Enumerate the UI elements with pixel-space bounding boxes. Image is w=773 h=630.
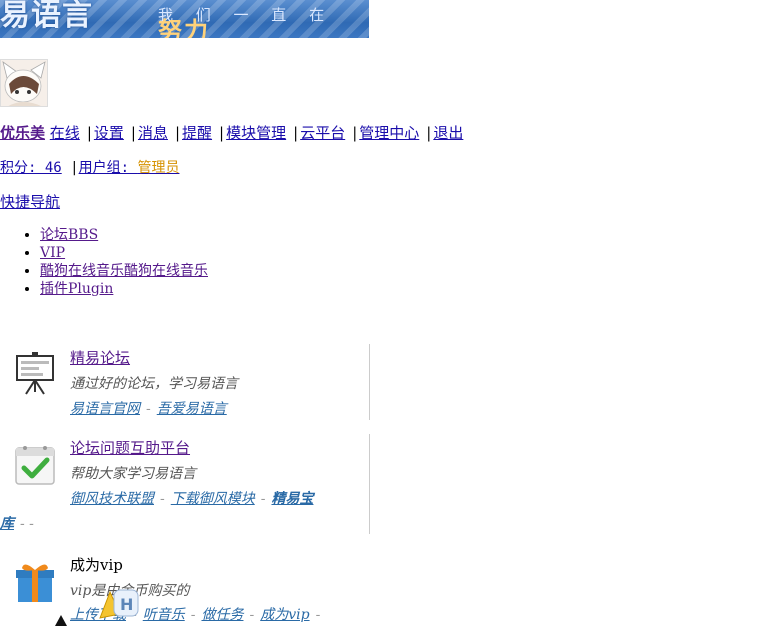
- site-banner[interactable]: 易语言 我 们 一 直 在 努力: [0, 0, 369, 38]
- separator: |: [174, 124, 181, 142]
- username-link[interactable]: 优乐美: [0, 124, 45, 142]
- feature-title-link[interactable]: 精易论坛: [70, 347, 130, 368]
- separator: -: [146, 401, 151, 417]
- separator: |: [70, 160, 79, 176]
- become-vip-link[interactable]: 成为vip: [260, 607, 309, 623]
- quick-nav-music-link[interactable]: 酷狗在线音乐酷狗在线音乐: [40, 263, 208, 279]
- settings-link[interactable]: 设置: [94, 124, 124, 142]
- yiyuyan-official-link[interactable]: 易语言官网: [70, 401, 140, 417]
- feature-title: 成为vip: [70, 556, 123, 574]
- jingyi-library-link-wrap[interactable]: 库: [0, 516, 14, 532]
- points-link[interactable]: 积分: 46: [0, 160, 62, 176]
- quick-nav-list: 论坛BBS VIP 酷狗在线音乐酷狗在线音乐 插件Plugin: [0, 226, 208, 298]
- banner-slogan: 我 们 一 直 在 努力: [158, 4, 369, 38]
- separator: |: [130, 124, 136, 142]
- wuai-yiyuyan-link[interactable]: 吾爱易语言: [157, 401, 227, 417]
- online-status-link[interactable]: 在线: [50, 124, 80, 142]
- feature-links: 易语言官网 - 吾爱易语言: [70, 398, 227, 418]
- checkmark-calendar-icon: [12, 442, 58, 488]
- cloud-platform-link[interactable]: 云平台: [300, 124, 345, 142]
- jingyi-library-link[interactable]: 精易宝: [271, 491, 313, 507]
- messages-link[interactable]: 消息: [138, 124, 168, 142]
- user-group-label: 用户组:: [78, 160, 138, 176]
- separator: |: [293, 124, 299, 142]
- floating-helper-icon[interactable]: H: [96, 584, 142, 624]
- user-group-value: 管理员: [137, 160, 180, 176]
- do-tasks-link[interactable]: 做任务: [201, 607, 243, 623]
- separator: -: [260, 491, 266, 507]
- separator: -: [190, 607, 196, 623]
- logout-link[interactable]: 退出: [433, 124, 463, 142]
- separator: |: [426, 124, 432, 142]
- svg-text:H: H: [120, 595, 133, 614]
- separator: -: [160, 491, 165, 507]
- divider: [369, 434, 370, 534]
- quick-nav-title-row: 快捷导航: [0, 191, 60, 212]
- avatar[interactable]: [0, 59, 48, 107]
- quick-nav-plugin-link[interactable]: 插件Plugin: [40, 281, 113, 297]
- separator: -: [315, 607, 321, 623]
- separator: |: [219, 124, 225, 142]
- points-row: 积分: 46 |用户组: 管理员: [0, 157, 179, 177]
- notifications-link[interactable]: 提醒: [182, 124, 212, 142]
- list-item: 论坛BBS: [40, 226, 208, 244]
- avatar-image: [1, 60, 47, 106]
- divider: [369, 344, 370, 420]
- listen-music-link[interactable]: 听音乐: [143, 607, 185, 623]
- download-yufeng-module-link[interactable]: 下载御风模块: [171, 491, 255, 507]
- separator: - -: [20, 516, 34, 532]
- separator: |: [352, 124, 358, 142]
- list-item: 酷狗在线音乐酷狗在线音乐: [40, 262, 208, 280]
- site-logo: 易语言: [0, 0, 93, 33]
- feature-card-forum: 精易论坛 通过好的论坛，学习易语言 易语言官网 - 吾爱易语言: [0, 344, 370, 420]
- small-triangle-icon: [55, 612, 67, 630]
- quick-nav-toggle[interactable]: 快捷导航: [0, 193, 60, 211]
- feature-links: 御风技术联盟 - 下载御风模块 - 精易宝: [70, 488, 313, 508]
- list-item: VIP: [40, 244, 208, 262]
- feature-description: 帮助大家学习易语言: [70, 466, 196, 482]
- module-management-link[interactable]: 模块管理: [226, 124, 286, 142]
- quick-nav-vip-link[interactable]: VIP: [40, 245, 65, 261]
- list-item: 插件Plugin: [40, 280, 208, 298]
- user-toolbar: 优乐美 在线 | 设置 | 消息 | 提醒 | 模块管理 | 云平台 | 管理中心 | 退出: [0, 122, 463, 143]
- presentation-board-icon: [12, 350, 58, 396]
- quick-nav-forum-link[interactable]: 论坛BBS: [40, 227, 98, 243]
- slogan-emphasis: 努力: [158, 17, 210, 38]
- feature-description: 通过好的论坛，学习易语言: [70, 376, 238, 392]
- user-group-link[interactable]: 用户组: 管理员: [79, 160, 180, 176]
- yufeng-alliance-link[interactable]: 御风技术联盟: [70, 491, 154, 507]
- feature-title-link[interactable]: 论坛问题互助平台: [70, 437, 190, 458]
- separator: -: [249, 607, 255, 623]
- feature-card-help: 论坛问题互助平台 帮助大家学习易语言 御风技术联盟 - 下载御风模块 - 精易宝 库- …: [0, 434, 370, 534]
- feature-links-wrap: 库- -: [0, 513, 34, 533]
- separator: |: [86, 124, 92, 142]
- admin-center-link[interactable]: 管理中心: [359, 124, 419, 142]
- gift-box-icon: [12, 558, 58, 604]
